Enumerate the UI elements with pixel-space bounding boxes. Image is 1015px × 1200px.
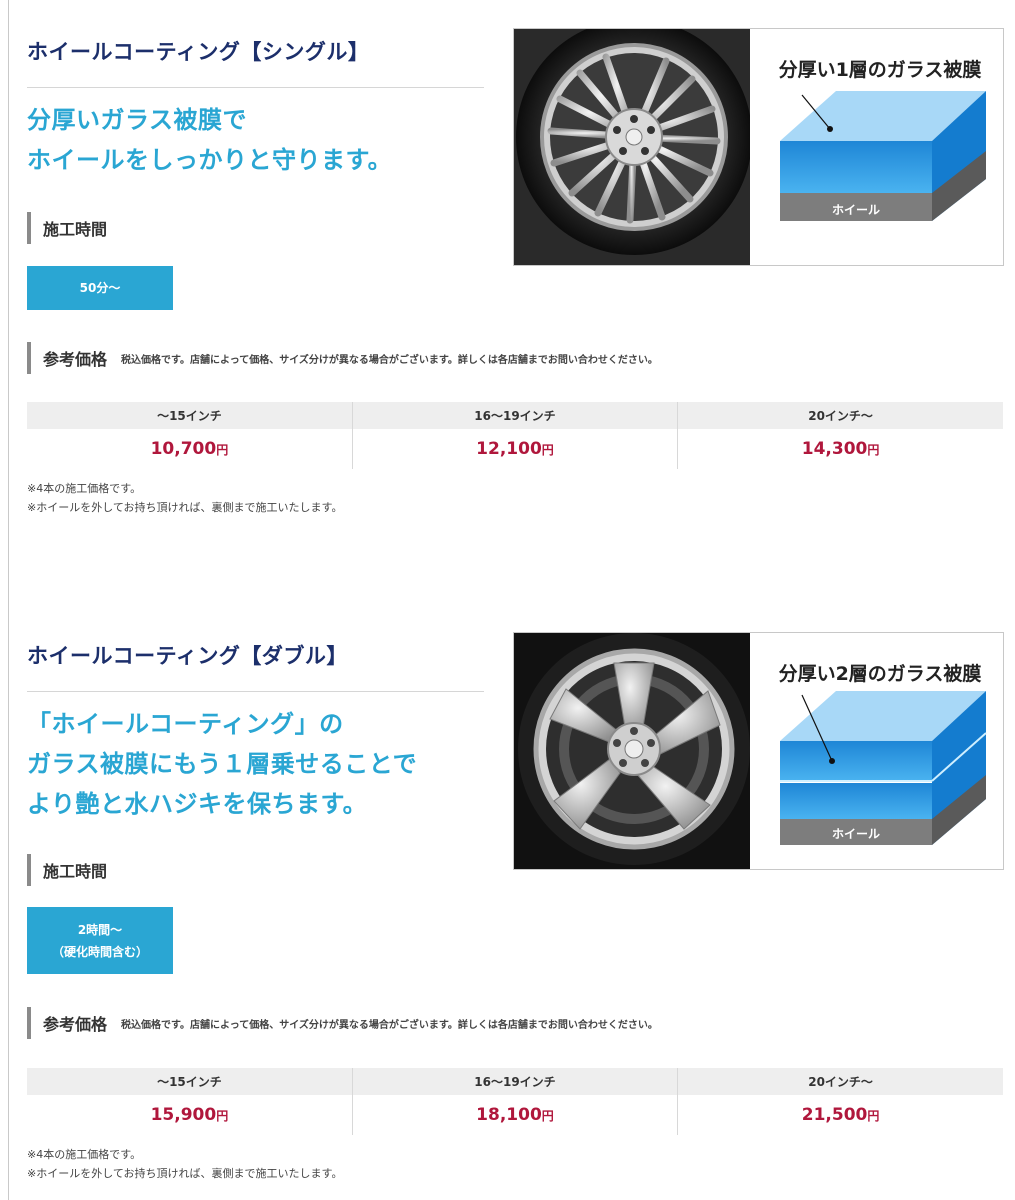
price-cell: 15,900円 xyxy=(27,1095,352,1135)
footnote: ※4本の施工価格です。 xyxy=(27,482,142,495)
size-header: 16～19インチ xyxy=(351,402,678,429)
price-heading-label: 参考価格 xyxy=(43,350,108,369)
lead-text: 「ホイールコーティング」の ガラス被膜にもう１層乗せることで より艶と水ハジキを… xyxy=(27,704,417,824)
time-heading: 施工時間 xyxy=(27,854,107,886)
section-double-coating: ホイールコーティング【ダブル】 「ホイールコーティング」の ガラス被膜にもう１層… xyxy=(0,600,1015,1200)
section-title: ホイールコーティング【シングル】 xyxy=(27,40,370,64)
diagram-base-label: ホイール xyxy=(831,827,880,841)
price-note: 税込価格です。店舗によって価格、サイズ分けが異なる場合がございます。詳しくは各店… xyxy=(121,354,658,366)
glass-layer-diagram: 分厚い1層のガラス被膜 ホイール xyxy=(750,29,1003,265)
size-header: ～15インチ xyxy=(27,402,353,429)
price-value: 12,100 xyxy=(476,439,542,459)
price-cell: 21,500円 xyxy=(677,1095,1003,1135)
footnotes: ※4本の施工価格です。 ※ホイールを外してお持ち頂ければ、裏側まで施工いたします… xyxy=(27,479,342,517)
currency-unit: 円 xyxy=(216,1109,229,1123)
price-cell: 12,100円 xyxy=(351,429,678,469)
currency-unit: 円 xyxy=(216,443,229,457)
price-heading-label: 参考価格 xyxy=(43,1015,108,1034)
size-header: 16～19インチ xyxy=(351,1068,678,1095)
title-divider xyxy=(27,691,484,692)
five-spoke-wheel-photo-icon xyxy=(514,633,750,869)
price-cell: 14,300円 xyxy=(677,429,1003,469)
currency-unit: 円 xyxy=(541,1109,554,1123)
hero-image: 分厚い1層のガラス被膜 ホイール xyxy=(513,28,1004,266)
table-row: 10,700円 12,100円 14,300円 xyxy=(27,429,1003,469)
price-note: 税込価格です。店舗によって価格、サイズ分けが異なる場合がございます。詳しくは各店… xyxy=(121,1019,658,1031)
currency-unit: 円 xyxy=(867,443,880,457)
time-badge: 50分～ xyxy=(27,266,173,310)
footnote: ※ホイールを外してお持ち頂ければ、裏側まで施工いたします。 xyxy=(27,1167,343,1180)
time-heading-label: 施工時間 xyxy=(43,862,108,881)
footnote: ※ホイールを外してお持ち頂ければ、裏側まで施工いたします。 xyxy=(27,501,343,514)
time-line: （硬化時間含む） xyxy=(51,944,148,959)
price-value: 14,300 xyxy=(801,439,868,459)
section-single-coating: ホイールコーティング【シングル】 分厚いガラス被膜で ホイールをしっかりと守りま… xyxy=(0,0,1015,600)
currency-unit: 円 xyxy=(541,443,554,457)
title-divider xyxy=(27,87,484,88)
diagram-base-label: ホイール xyxy=(831,203,880,217)
footnotes: ※4本の施工価格です。 ※ホイールを外してお持ち頂ければ、裏側まで施工いたします… xyxy=(27,1145,342,1183)
table-header-row: ～15インチ 16～19インチ 20インチ～ xyxy=(27,402,1003,429)
lead-line: 分厚いガラス被膜で xyxy=(27,106,248,134)
size-header: ～15インチ xyxy=(27,1068,353,1095)
footnote: ※4本の施工価格です。 xyxy=(27,1148,142,1161)
time-badge: 2時間～ （硬化時間含む） xyxy=(27,907,173,974)
table-row: 15,900円 18,100円 21,500円 xyxy=(27,1095,1003,1135)
size-header: 20インチ～ xyxy=(677,402,1003,429)
price-table: ～15インチ 16～19インチ 20インチ～ 15,900円 18,100円 2… xyxy=(27,1068,1003,1135)
time-line: 50分～ xyxy=(79,281,121,295)
time-heading: 施工時間 xyxy=(27,212,107,244)
lead-line: ガラス被膜にもう１層乗せることで xyxy=(27,750,418,778)
time-line: 2時間～ xyxy=(77,922,123,937)
price-value: 10,700 xyxy=(150,439,217,459)
price-value: 15,900 xyxy=(150,1105,217,1125)
lead-text: 分厚いガラス被膜で ホイールをしっかりと守ります。 xyxy=(27,100,392,180)
price-heading: 参考価格 税込価格です。店舗によって価格、サイズ分けが異なる場合がございます。詳… xyxy=(27,1007,658,1039)
price-table: ～15インチ 16～19インチ 20インチ～ 10,700円 12,100円 1… xyxy=(27,402,1003,469)
price-value: 18,100 xyxy=(476,1105,542,1125)
time-heading-label: 施工時間 xyxy=(43,220,108,239)
lead-line: ホイールをしっかりと守ります。 xyxy=(27,146,393,174)
multi-spoke-wheel-photo-icon xyxy=(514,29,750,265)
currency-unit: 円 xyxy=(867,1109,880,1123)
price-cell: 18,100円 xyxy=(351,1095,678,1135)
hero-image: 分厚い2層のガラス被膜 ホイール xyxy=(513,632,1004,870)
price-heading: 参考価格 税込価格です。店舗によって価格、サイズ分けが異なる場合がございます。詳… xyxy=(27,342,658,374)
price-value: 21,500 xyxy=(801,1105,868,1125)
price-cell: 10,700円 xyxy=(27,429,352,469)
table-header-row: ～15インチ 16～19インチ 20インチ～ xyxy=(27,1068,1003,1095)
section-title: ホイールコーティング【ダブル】 xyxy=(27,644,348,668)
glass-layer-diagram: 分厚い2層のガラス被膜 ホイール xyxy=(750,633,1003,869)
lead-line: 「ホイールコーティング」の xyxy=(27,710,344,738)
size-header: 20インチ～ xyxy=(677,1068,1003,1095)
lead-line: より艶と水ハジキを保ちます。 xyxy=(27,790,368,818)
